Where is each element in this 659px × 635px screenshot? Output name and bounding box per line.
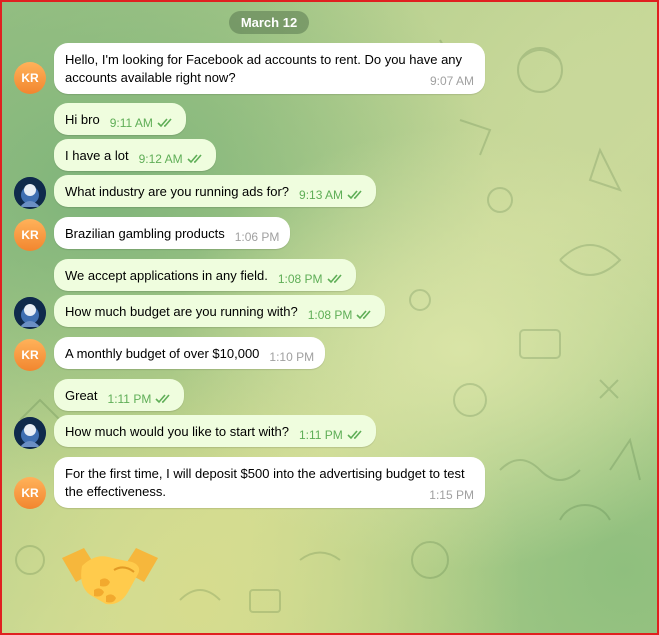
handshake-emoji-icon[interactable] — [60, 540, 160, 612]
avatar-seller[interactable] — [14, 297, 46, 329]
message-text: Great — [65, 388, 98, 403]
message-text: For the first time, I will deposit $500 … — [65, 466, 465, 499]
message-text: Hi bro — [65, 112, 100, 127]
double-check-icon — [157, 118, 172, 128]
avatar-seller[interactable] — [14, 417, 46, 449]
message-text: What industry are you running ads for? — [65, 184, 290, 199]
message-text: How much would you like to start with? — [65, 424, 289, 439]
message-text: Brazilian gambling products — [65, 226, 225, 241]
avatar-kr[interactable]: KR — [14, 339, 46, 371]
avatar-kr[interactable]: KR — [14, 62, 46, 94]
double-check-icon — [347, 190, 362, 200]
message-bubble[interactable]: For the first time, I will deposit $500 … — [54, 457, 485, 508]
message-time: 1:11 PM — [298, 428, 343, 442]
message-bubble[interactable]: How much would you like to start with? 1… — [54, 415, 376, 447]
message-text: I have a lot — [65, 148, 129, 163]
double-check-icon — [155, 394, 170, 404]
message-bubble[interactable]: A monthly budget of over $10,000 1:10 PM — [54, 337, 326, 369]
message-time: 1:10 PM — [269, 350, 315, 364]
avatar-kr[interactable]: KR — [14, 477, 46, 509]
message-bubble[interactable]: Hi bro 9:11 AM — [54, 103, 186, 135]
message-time: 1:06 PM — [234, 230, 280, 244]
date-separator: March 12 — [229, 11, 309, 34]
double-check-icon — [347, 430, 362, 440]
message-text: How much budget are you running with? — [65, 304, 298, 319]
message-text: A monthly budget of over $10,000 — [65, 346, 260, 361]
avatar-seller[interactable] — [14, 177, 46, 209]
message-bubble[interactable]: Hello, I'm looking for Facebook ad accou… — [54, 43, 485, 94]
message-bubble[interactable]: How much budget are you running with? 1:… — [54, 295, 386, 327]
message-bubble[interactable]: Brazilian gambling products 1:06 PM — [54, 217, 291, 249]
message-time: 1:15 PM — [429, 488, 474, 502]
message-time: 1:11 PM — [107, 392, 152, 406]
message-time: 9:13 AM — [299, 188, 344, 202]
message-bubble[interactable]: What industry are you running ads for? 9… — [54, 175, 377, 207]
message-time: 1:08 PM — [307, 308, 353, 322]
message-time: 9:12 AM — [138, 152, 183, 166]
message-bubble[interactable]: I have a lot 9:12 AM — [54, 139, 216, 171]
message-time: 9:11 AM — [109, 116, 153, 130]
message-text: Hello, I'm looking for Facebook ad accou… — [65, 52, 463, 85]
double-check-icon — [187, 154, 202, 164]
double-check-icon — [326, 274, 342, 284]
avatar-kr[interactable]: KR — [14, 219, 46, 251]
message-time: 9:07 AM — [429, 74, 474, 88]
double-check-icon — [356, 310, 372, 320]
message-bubble[interactable]: We accept applications in any field. 1:0… — [54, 259, 356, 291]
message-text: We accept applications in any field. — [65, 268, 268, 283]
message-time: 1:08 PM — [277, 272, 323, 286]
message-bubble[interactable]: Great 1:11 PM — [54, 379, 185, 411]
